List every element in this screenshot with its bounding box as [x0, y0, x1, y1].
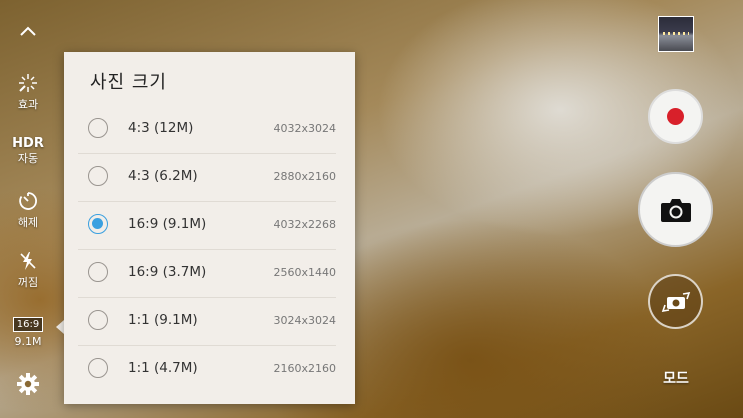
option-name: 1:1 (9.1M) — [128, 312, 198, 328]
option-name: 4:3 (12M) — [128, 120, 194, 136]
sparkle-icon — [19, 74, 37, 92]
left-toolbar: 효과 HDR 자동 해제 꺼짐 16:9 9.1M — [0, 0, 56, 418]
panel-pointer — [56, 320, 64, 334]
option-name: 1:1 (4.7M) — [128, 360, 198, 376]
flash-button[interactable]: 꺼짐 — [0, 250, 56, 290]
option-row[interactable]: 1:1 (4.7M) 2160x2160 — [78, 346, 336, 393]
collapse-button[interactable] — [0, 22, 56, 44]
radio-button[interactable] — [88, 358, 108, 378]
option-resolution: 3024x3024 — [273, 314, 337, 327]
camera-icon — [660, 198, 691, 222]
gear-icon — [17, 373, 39, 395]
option-resolution: 2160x2160 — [273, 362, 337, 375]
switch-camera-button[interactable] — [648, 274, 703, 329]
timer-label: 해제 — [17, 216, 39, 229]
mode-button[interactable]: 모드 — [652, 368, 700, 388]
effects-button[interactable]: 효과 — [0, 72, 56, 112]
option-name: 4:3 (6.2M) — [128, 168, 198, 184]
record-icon — [667, 108, 684, 125]
radio-button[interactable] — [88, 166, 108, 186]
flash-label: 꺼짐 — [17, 276, 39, 289]
option-resolution: 2880x2160 — [273, 170, 337, 183]
record-button[interactable] — [648, 89, 703, 144]
option-name: 16:9 (9.1M) — [128, 216, 207, 232]
shutter-button[interactable] — [638, 172, 713, 247]
option-row-selected[interactable]: 16:9 (9.1M) 4032x2268 — [78, 202, 336, 250]
effects-label: 효과 — [17, 98, 39, 111]
radio-button[interactable] — [88, 118, 108, 138]
option-name: 16:9 (3.7M) — [128, 264, 207, 280]
radio-button[interactable] — [88, 262, 108, 282]
option-resolution: 2560x1440 — [273, 266, 337, 279]
picture-size-button[interactable]: 16:9 9.1M — [0, 312, 56, 349]
option-resolution: 4032x2268 — [273, 218, 337, 231]
radio-button-selected[interactable] — [88, 214, 108, 234]
panel-title: 사진 크기 — [90, 72, 167, 93]
picture-size-label: 9.1M — [14, 335, 42, 348]
gallery-thumbnail[interactable] — [658, 16, 694, 52]
switch-camera-icon — [661, 291, 690, 312]
option-row[interactable]: 4:3 (12M) 4032x3024 — [78, 106, 336, 154]
option-row[interactable]: 1:1 (9.1M) 3024x3024 — [78, 298, 336, 346]
hdr-button[interactable]: HDR 자동 — [0, 136, 56, 166]
picture-size-ratio: 16:9 — [12, 317, 44, 332]
timer-button[interactable]: 해제 — [0, 190, 56, 230]
settings-button[interactable] — [0, 372, 56, 400]
chevron-up-icon — [20, 26, 36, 36]
timer-icon — [19, 192, 37, 210]
picture-size-panel: 사진 크기 4:3 (12M) 4032x3024 4:3 (6.2M) 288… — [64, 52, 355, 404]
hdr-label: 자동 — [17, 152, 39, 165]
option-row[interactable]: 16:9 (3.7M) 2560x1440 — [78, 250, 336, 298]
option-resolution: 4032x3024 — [273, 122, 337, 135]
flash-off-icon — [20, 252, 36, 270]
option-row[interactable]: 4:3 (6.2M) 2880x2160 — [78, 154, 336, 202]
hdr-title: HDR — [12, 136, 44, 151]
radio-button[interactable] — [88, 310, 108, 330]
